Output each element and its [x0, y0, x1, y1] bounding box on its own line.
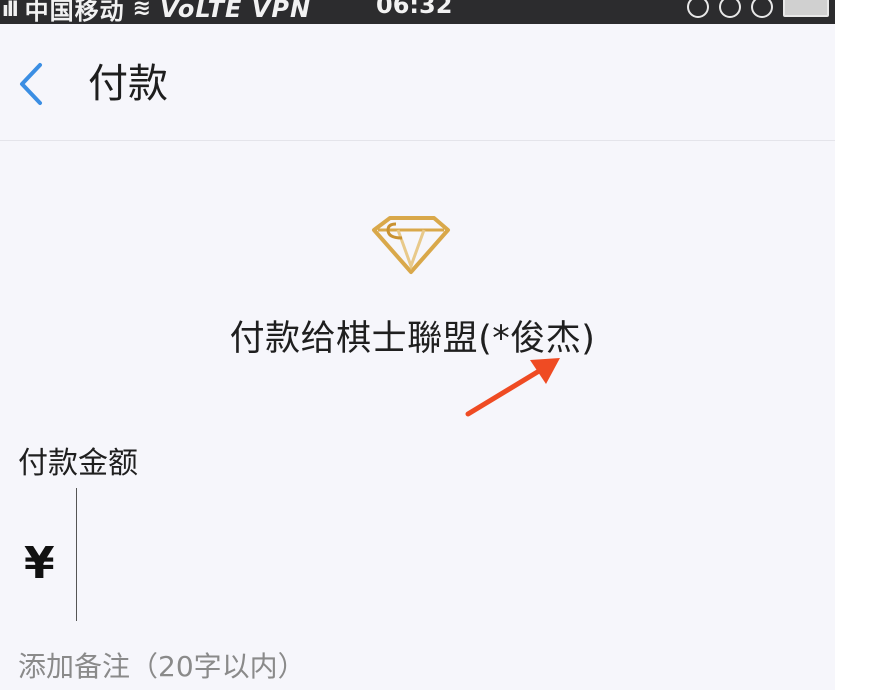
screenshot-edge: [835, 0, 892, 690]
add-note-link[interactable]: 添加备注（20字以内）: [18, 645, 306, 685]
amount-label: 付款金额: [18, 446, 138, 481]
carrier-name: 中国移动: [24, 0, 125, 24]
signal-icon: ıll: [2, 0, 19, 21]
alarm-icon: [751, 0, 773, 18]
payee-label: 付款给棋士聯盟(*俊杰): [0, 310, 835, 361]
page-title: 付款: [88, 61, 168, 107]
text-cursor: [76, 488, 77, 621]
wifi-icon: ≋: [132, 0, 153, 21]
shield-icon: [687, 0, 709, 18]
currency-symbol: ¥: [24, 538, 55, 589]
status-bar: ıll 中国移动 ≋ VoLTE VPN 06:32: [0, 0, 835, 24]
back-button[interactable]: [14, 61, 50, 107]
battery-icon: [783, 0, 829, 17]
red-arrow-icon: [465, 358, 560, 417]
payment-screen: ıll 中国移动 ≋ VoLTE VPN 06:32 付款 付款给棋士聯盟(*俊…: [0, 0, 835, 690]
mute-icon: [719, 0, 741, 18]
status-time: 06:32: [376, 0, 453, 19]
status-carrier-group: ıll 中国移动 ≋ VoLTE VPN: [2, 0, 311, 24]
amount-input-row: ¥: [18, 488, 820, 623]
network-label: VoLTE VPN: [160, 0, 312, 23]
status-icons: [687, 0, 829, 18]
chevron-left-icon: [20, 63, 42, 105]
diamond-logo-icon: [368, 216, 454, 276]
amount-input[interactable]: [76, 488, 820, 623]
nav-bar: 付款: [0, 24, 835, 141]
